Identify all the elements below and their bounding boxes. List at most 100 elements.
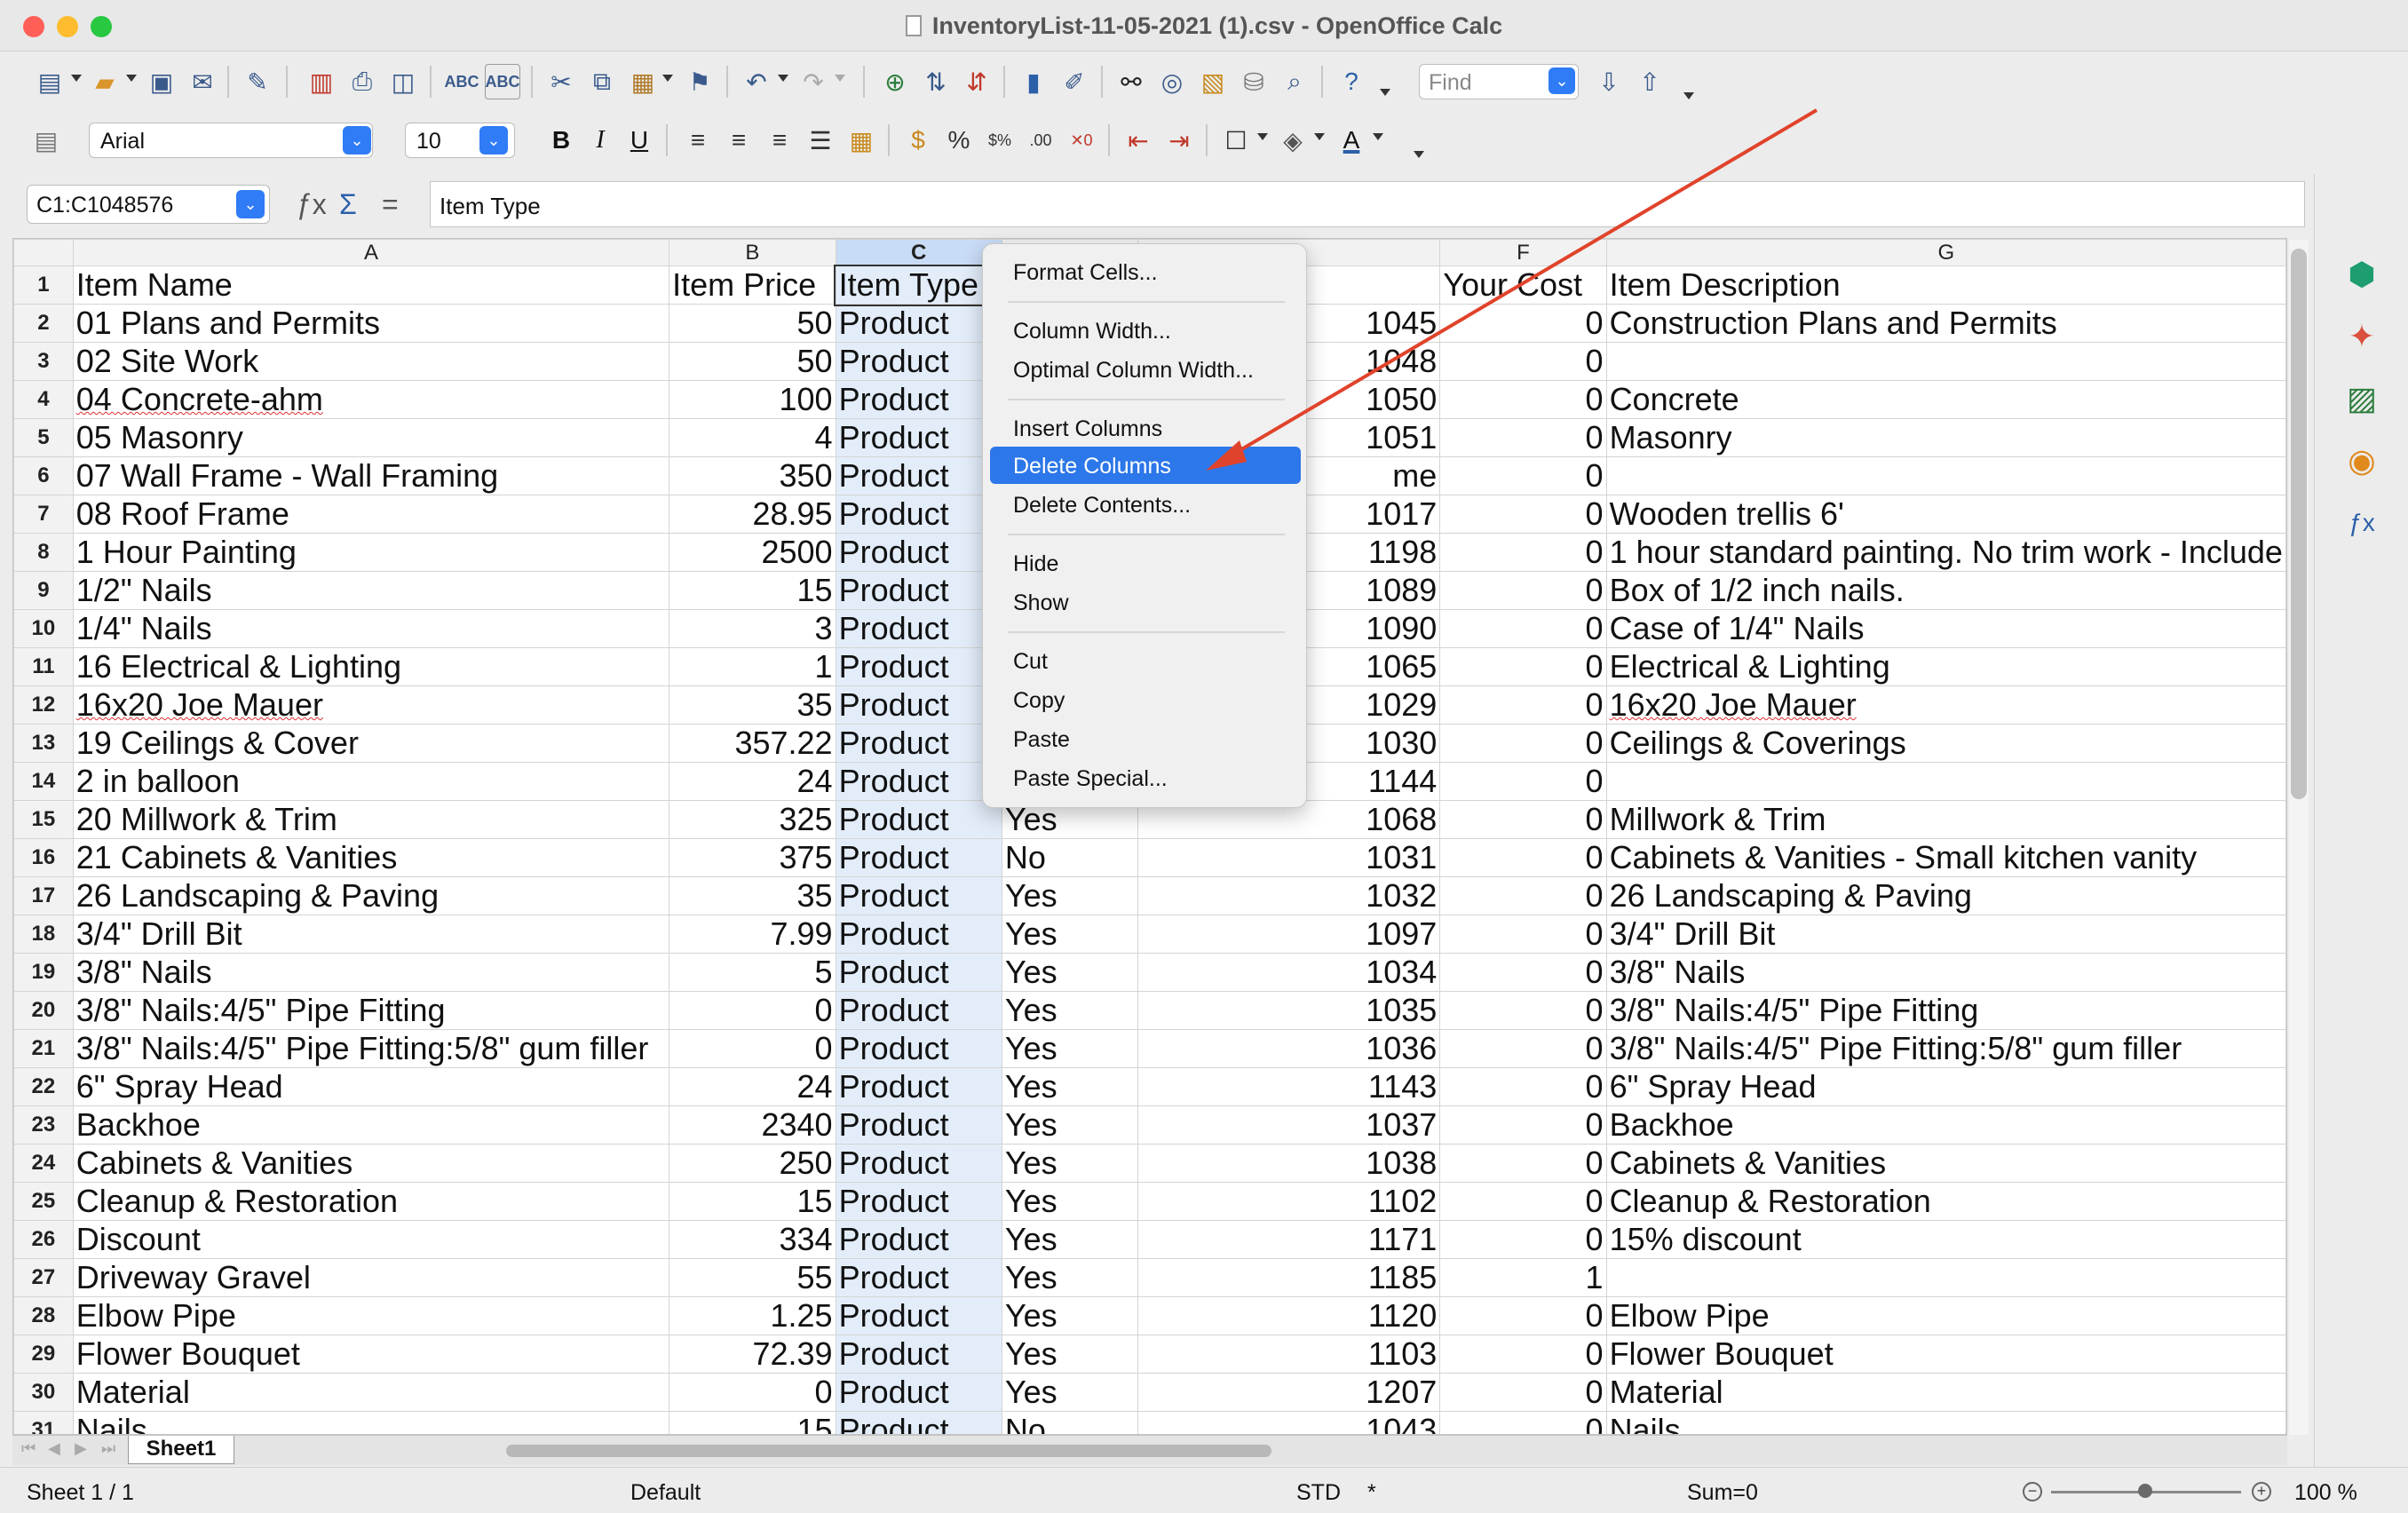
cell-b[interactable]: 2500: [669, 533, 836, 572]
cell-a[interactable]: 07 Wall Frame - Wall Framing: [72, 456, 670, 495]
row-header[interactable]: 11: [13, 647, 74, 686]
cell-a[interactable]: 2 in balloon: [72, 762, 670, 801]
cell-f[interactable]: 0: [1439, 838, 1607, 877]
row-header[interactable]: 14: [13, 762, 74, 801]
cell-a[interactable]: 19 Ceilings & Cover: [72, 724, 670, 763]
row-header[interactable]: 27: [13, 1258, 74, 1297]
cut-icon[interactable]: ✂: [543, 64, 579, 99]
menu-item-optimal-column-width[interactable]: Optimal Column Width...: [990, 351, 1301, 388]
cell-b[interactable]: 325: [669, 800, 836, 839]
column-header-b[interactable]: B: [669, 239, 836, 266]
cell-g[interactable]: Concrete: [1605, 380, 2286, 419]
cell-b[interactable]: 35: [669, 685, 836, 725]
row-header[interactable]: 22: [13, 1067, 74, 1106]
cell-e[interactable]: 1038: [1137, 1144, 1441, 1183]
cell-e[interactable]: 1185: [1137, 1258, 1441, 1297]
find-replace-icon[interactable]: ⚯: [1113, 64, 1149, 99]
cell-f[interactable]: 0: [1439, 1220, 1607, 1259]
row-header[interactable]: 29: [13, 1335, 74, 1374]
page-preview-icon[interactable]: ◫: [385, 64, 421, 99]
cell-g[interactable]: [1605, 342, 2286, 381]
cell-c[interactable]: Product: [835, 1182, 1002, 1221]
vertical-scrollbar[interactable]: [2291, 249, 2307, 799]
open-folder-icon[interactable]: ▰: [87, 64, 123, 99]
email-icon[interactable]: ✉: [185, 64, 220, 99]
hyperlink-icon[interactable]: ⊕: [877, 64, 913, 99]
cell-a[interactable]: 08 Roof Frame: [72, 495, 670, 534]
cell-g[interactable]: 6" Spray Head: [1605, 1067, 2286, 1106]
cell-c[interactable]: Product: [835, 380, 1002, 419]
spellcheck-icon[interactable]: ABC: [444, 64, 479, 99]
cell-c[interactable]: Product: [835, 533, 1002, 572]
cell-c[interactable]: Product: [835, 800, 1002, 839]
cell-d[interactable]: Yes: [1001, 1067, 1139, 1106]
cell-f[interactable]: 0: [1439, 647, 1607, 686]
cell-g[interactable]: 3/8" Nails:4/5" Pipe Fitting:5/8" gum fi…: [1605, 1029, 2286, 1068]
status-zoom[interactable]: 100 %: [2294, 1480, 2357, 1506]
percent-format-icon[interactable]: %: [941, 123, 977, 158]
font-name-input[interactable]: Arial: [89, 123, 373, 158]
cell-g[interactable]: 16x20 Joe Mauer: [1605, 685, 2286, 725]
currency-format-icon[interactable]: $: [900, 123, 936, 158]
row-header[interactable]: 19: [13, 953, 74, 992]
cell-f[interactable]: 0: [1439, 495, 1607, 534]
cell-d[interactable]: Yes: [1001, 1105, 1139, 1145]
cell-f[interactable]: 0: [1439, 1182, 1607, 1221]
navigator-icon[interactable]: ◎: [1154, 64, 1190, 99]
sum-icon[interactable]: Σ: [339, 188, 357, 221]
cell-a[interactable]: Backhoe: [72, 1105, 670, 1145]
menu-item-cut[interactable]: Cut: [990, 642, 1301, 679]
chart-icon[interactable]: ▮: [1016, 64, 1051, 99]
cell-f[interactable]: 0: [1439, 685, 1607, 725]
cell-c[interactable]: Product: [835, 456, 1002, 495]
cell-g[interactable]: [1605, 456, 2286, 495]
cell-f[interactable]: 0: [1439, 304, 1607, 343]
cell-g[interactable]: Electrical & Lighting: [1605, 647, 2286, 686]
row-header[interactable]: 25: [13, 1182, 74, 1221]
cell-f[interactable]: 0: [1439, 991, 1607, 1030]
row-header[interactable]: 30: [13, 1373, 74, 1412]
zoom-out-icon[interactable]: −: [2023, 1482, 2042, 1501]
cell-e[interactable]: 1036: [1137, 1029, 1441, 1068]
cell-d[interactable]: Yes: [1001, 1296, 1139, 1335]
cell-a[interactable]: 04 Concrete-ahm: [72, 380, 670, 419]
cell-b[interactable]: 100: [669, 380, 836, 419]
auto-spellcheck-icon[interactable]: ABC: [485, 64, 520, 99]
cell-b[interactable]: 72.39: [669, 1335, 836, 1374]
cell-e[interactable]: 1037: [1137, 1105, 1441, 1145]
last-sheet-icon[interactable]: ⏭: [101, 1439, 115, 1458]
underline-icon[interactable]: U: [622, 123, 657, 158]
cell-g[interactable]: Flower Bouquet: [1605, 1335, 2286, 1374]
cell-a[interactable]: Driveway Gravel: [72, 1258, 670, 1297]
increase-indent-icon[interactable]: ⇥: [1161, 123, 1197, 158]
cell-g[interactable]: 26 Landscaping & Paving: [1605, 876, 2286, 915]
cell-c[interactable]: Product: [835, 1105, 1002, 1145]
cell-e[interactable]: 1034: [1137, 953, 1441, 992]
cell-b[interactable]: 357.22: [669, 724, 836, 763]
cell-d[interactable]: Yes: [1001, 1373, 1139, 1412]
cell-d[interactable]: Yes: [1001, 915, 1139, 954]
borders-dropdown-icon[interactable]: [1257, 133, 1268, 140]
cell-f[interactable]: 0: [1439, 533, 1607, 572]
align-left-icon[interactable]: ≡: [680, 123, 716, 158]
paste-dropdown-icon[interactable]: [662, 75, 673, 82]
cell-a[interactable]: 16x20 Joe Mauer: [72, 685, 670, 725]
navigator-sidebar-icon[interactable]: ◉: [2338, 437, 2386, 485]
menu-item-insert-columns[interactable]: Insert Columns: [990, 409, 1301, 447]
cell-c[interactable]: Product: [835, 838, 1002, 877]
cell-c[interactable]: Product: [835, 724, 1002, 763]
find-toolbar-overflow-icon[interactable]: [1683, 92, 1694, 99]
menu-item-hide[interactable]: Hide: [990, 544, 1301, 582]
borders-icon[interactable]: ☐: [1218, 123, 1254, 158]
cell-f[interactable]: 0: [1439, 456, 1607, 495]
row-header[interactable]: 20: [13, 991, 74, 1030]
select-all-corner[interactable]: [13, 239, 74, 266]
cell-e[interactable]: 1102: [1137, 1182, 1441, 1221]
cell-b[interactable]: 334: [669, 1220, 836, 1259]
help-icon[interactable]: ?: [1334, 64, 1369, 99]
cell-b[interactable]: 350: [669, 456, 836, 495]
print-icon[interactable]: ⎙: [345, 64, 380, 99]
row-header[interactable]: 4: [13, 380, 74, 419]
cell-e[interactable]: 1043: [1137, 1411, 1441, 1434]
cell-e[interactable]: 1035: [1137, 991, 1441, 1030]
